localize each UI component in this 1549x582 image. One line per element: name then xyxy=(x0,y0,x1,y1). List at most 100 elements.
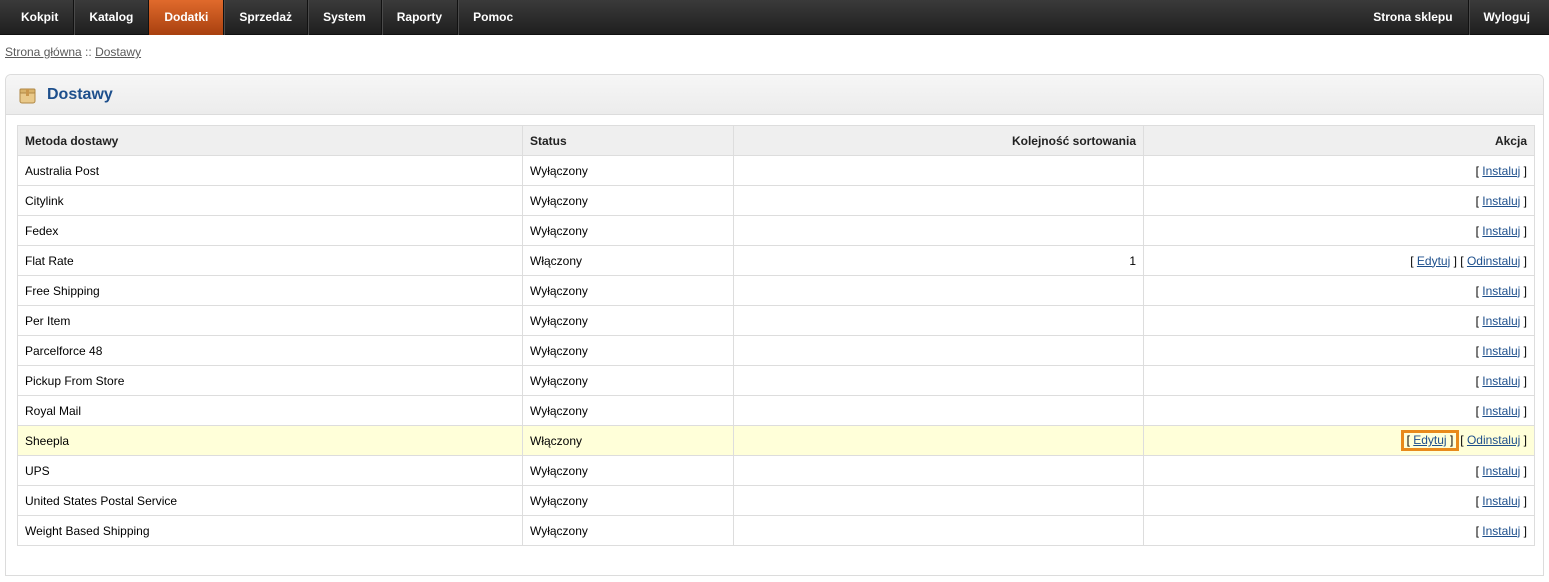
install-link[interactable]: Instaluj xyxy=(1482,464,1520,478)
install-link[interactable]: Instaluj xyxy=(1482,164,1520,178)
column-header-status[interactable]: Status xyxy=(522,125,734,156)
table-header-row: Metoda dostawy Status Kolejność sortowan… xyxy=(17,125,1535,156)
bracket-close: ] xyxy=(1520,373,1527,388)
shipping-box-icon xyxy=(19,88,36,104)
bracket-close: ] xyxy=(1520,463,1527,478)
install-link[interactable]: Instaluj xyxy=(1482,344,1520,358)
status-cell: Wyłączony xyxy=(522,485,734,516)
install-link[interactable]: Instaluj xyxy=(1482,314,1520,328)
breadcrumb-separator: :: xyxy=(81,45,96,59)
method-name-cell: UPS xyxy=(17,455,523,486)
menu-item-3[interactable]: Sprzedaż xyxy=(224,0,309,35)
method-name-cell: Sheepla xyxy=(17,425,523,456)
action-cell: [ Instaluj ] xyxy=(1143,215,1535,246)
user-menu-item-1[interactable]: Wyloguj xyxy=(1469,0,1545,35)
action-cell: [ Instaluj ] xyxy=(1143,365,1535,396)
action-cell: [ Instaluj ] xyxy=(1143,155,1535,186)
status-cell: Wyłączony xyxy=(522,455,734,486)
edit-link[interactable]: Edytuj xyxy=(1417,254,1450,268)
bracket-close: ] xyxy=(1520,283,1527,298)
table-row: Royal Mail Wyłączony [ Instaluj ] xyxy=(17,395,1535,426)
status-cell: Włączony xyxy=(522,245,734,276)
install-link[interactable]: Instaluj xyxy=(1482,374,1520,388)
table-row: UPS Wyłączony [ Instaluj ] xyxy=(17,455,1535,486)
action-wrapper: [ Odinstaluj ] xyxy=(1460,254,1527,268)
menu-item-1[interactable]: Katalog xyxy=(74,0,150,35)
menu-item-6[interactable]: Pomoc xyxy=(458,0,528,35)
action-cell: [ Instaluj ] xyxy=(1143,335,1535,366)
bracket-close: ] xyxy=(1520,343,1527,358)
table-row: Free Shipping Wyłączony [ Instaluj ] xyxy=(17,275,1535,306)
bracket-open: [ xyxy=(1410,253,1417,268)
column-header-sort-order[interactable]: Kolejność sortowania xyxy=(733,125,1144,156)
sort-order-cell xyxy=(733,395,1144,426)
method-name-cell: Citylink xyxy=(17,185,523,216)
status-cell: Wyłączony xyxy=(522,335,734,366)
bracket-close: ] xyxy=(1520,253,1527,268)
sort-order-cell xyxy=(733,275,1144,306)
action-wrapper: [ Instaluj ] xyxy=(1476,524,1527,538)
install-link[interactable]: Instaluj xyxy=(1482,494,1520,508)
action-cell: [ Instaluj ] xyxy=(1143,395,1535,426)
bracket-close: ] xyxy=(1520,523,1527,538)
action-wrapper: [ Instaluj ] xyxy=(1476,464,1527,478)
action-cell: [ Instaluj ] xyxy=(1143,515,1535,546)
install-link[interactable]: Instaluj xyxy=(1482,194,1520,208)
action-wrapper: [ Instaluj ] xyxy=(1476,194,1527,208)
edit-link[interactable]: Edytuj xyxy=(1413,433,1446,447)
table-row: United States Postal Service Wyłączony [ I… xyxy=(17,485,1535,516)
action-cell: [ Edytuj ] [ Odinstaluj ] xyxy=(1143,245,1535,276)
method-name-cell: Per Item xyxy=(17,305,523,336)
install-link[interactable]: Instaluj xyxy=(1482,524,1520,538)
table-row: Australia Post Wyłączony [ Instaluj ] xyxy=(17,155,1535,186)
action-wrapper: [ Instaluj ] xyxy=(1476,284,1527,298)
menu-item-4[interactable]: System xyxy=(308,0,382,35)
bracket-close: ] xyxy=(1446,433,1454,447)
action-wrapper: [ Instaluj ] xyxy=(1476,164,1527,178)
method-name-cell: Weight Based Shipping xyxy=(17,515,523,546)
panel-heading: Dostawy xyxy=(6,75,1543,115)
user-menu-item-0[interactable]: Strona sklepu xyxy=(1358,0,1469,35)
action-wrapper: [ Instaluj ] xyxy=(1476,374,1527,388)
menu-item-5[interactable]: Raporty xyxy=(382,0,459,35)
status-cell: Wyłączony xyxy=(522,305,734,336)
user-menu: Strona sklepu Wyloguj xyxy=(1358,0,1545,35)
column-header-method[interactable]: Metoda dostawy xyxy=(17,125,523,156)
menu-item-0[interactable]: Kokpit xyxy=(6,0,75,35)
table-row: Per Item Wyłączony [ Instaluj ] xyxy=(17,305,1535,336)
action-wrapper: [ Instaluj ] xyxy=(1476,314,1527,328)
uninstall-link[interactable]: Odinstaluj xyxy=(1467,254,1520,268)
install-link[interactable]: Instaluj xyxy=(1482,224,1520,238)
action-cell: [ Instaluj ] xyxy=(1143,275,1535,306)
action-wrapper: [ Edytuj ] xyxy=(1400,430,1460,451)
bracket-open: [ xyxy=(1460,253,1467,268)
status-cell: Wyłączony xyxy=(522,395,734,426)
action-wrapper: [ Odinstaluj ] xyxy=(1460,433,1527,447)
status-cell: Wyłączony xyxy=(522,155,734,186)
bracket-close: ] xyxy=(1520,163,1527,178)
sort-order-cell xyxy=(733,305,1144,336)
breadcrumb: Strona główna :: Dostawy xyxy=(5,45,141,59)
table-row: Fedex Wyłączony [ Instaluj ] xyxy=(17,215,1535,246)
method-name-cell: United States Postal Service xyxy=(17,485,523,516)
breadcrumb-current-link[interactable]: Dostawy xyxy=(95,45,141,59)
menu-item-2[interactable]: Dodatki xyxy=(149,0,225,35)
action-wrapper: [ Edytuj ] xyxy=(1410,254,1457,268)
sort-order-cell xyxy=(733,335,1144,366)
action-cell: [ Instaluj ] xyxy=(1143,455,1535,486)
install-link[interactable]: Instaluj xyxy=(1482,284,1520,298)
sort-order-cell: 1 xyxy=(733,245,1144,276)
table-row: Flat Rate Włączony 1[ Edytuj ] [ Odinstalu… xyxy=(17,245,1535,276)
table-row: Sheepla Włączony [ Edytuj ][ Odinstaluj ] xyxy=(17,425,1535,456)
method-name-cell: Australia Post xyxy=(17,155,523,186)
status-cell: Wyłączony xyxy=(522,275,734,306)
main-menu: Kokpit Katalog Dodatki Sprzedaż System Raport… xyxy=(6,0,528,35)
sort-order-cell xyxy=(733,155,1144,186)
method-name-cell: Flat Rate xyxy=(17,245,523,276)
method-name-cell: Pickup From Store xyxy=(17,365,523,396)
uninstall-link[interactable]: Odinstaluj xyxy=(1467,433,1520,447)
bracket-close: ] xyxy=(1520,223,1527,238)
breadcrumb-home-link[interactable]: Strona główna xyxy=(5,45,82,59)
install-link[interactable]: Instaluj xyxy=(1482,404,1520,418)
status-cell: Włączony xyxy=(522,425,734,456)
